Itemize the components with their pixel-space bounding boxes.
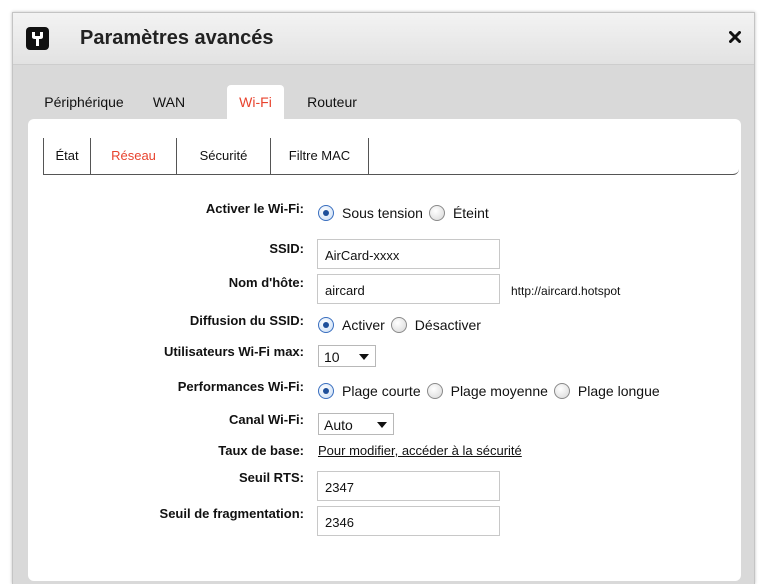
channel-value: Auto xyxy=(324,417,353,433)
close-icon[interactable] xyxy=(729,31,741,43)
ssid-input[interactable]: AirCard-xxxx xyxy=(317,239,500,269)
base-rate-label: Taux de base: xyxy=(218,443,304,458)
long-range-radio[interactable] xyxy=(553,383,570,399)
hostname-url-hint: http://aircard.hotspot xyxy=(511,284,621,298)
wifi-panel: État Réseau Sécurité Filtre MAC Activer … xyxy=(28,119,741,581)
sub-tabs: État Réseau Sécurité Filtre MAC xyxy=(43,138,739,175)
broadcast-off-label: Désactiver xyxy=(414,317,481,333)
tab-peripherique[interactable]: Périphérique xyxy=(35,85,133,119)
long-range-label: Plage longue xyxy=(577,383,660,399)
advanced-settings-dialog: Paramètres avancés Périphérique WAN Wi-F… xyxy=(12,12,755,584)
subtab-etat[interactable]: État xyxy=(43,138,91,174)
broadcast-on-radio[interactable] xyxy=(318,317,334,333)
max-users-value: 10 xyxy=(324,349,340,365)
tab-wifi[interactable]: Wi-Fi xyxy=(227,85,284,119)
wifi-off-label: Éteint xyxy=(452,205,489,221)
ssid-broadcast-label: Diffusion du SSID: xyxy=(189,313,304,328)
ssid-label: SSID: xyxy=(269,241,304,256)
tab-wan[interactable]: WAN xyxy=(144,85,194,119)
rts-input[interactable]: 2347 xyxy=(317,471,500,501)
wrench-icon xyxy=(26,27,49,50)
wifi-on-radio[interactable] xyxy=(318,205,334,221)
chevron-down-icon xyxy=(377,422,387,428)
rts-label: Seuil RTS: xyxy=(238,470,304,485)
hostname-input[interactable]: aircard xyxy=(317,274,500,304)
short-range-radio[interactable] xyxy=(318,383,334,399)
short-range-label: Plage courte xyxy=(342,383,421,399)
close-button[interactable] xyxy=(726,28,744,46)
performance-label: Performances Wi-Fi: xyxy=(177,379,304,394)
channel-label: Canal Wi-Fi: xyxy=(229,412,304,427)
channel-select[interactable]: Auto xyxy=(318,413,394,435)
title-bar: Paramètres avancés xyxy=(13,13,754,65)
wifi-enable-radio-group: Sous tension Éteint xyxy=(318,205,495,221)
medium-range-radio[interactable] xyxy=(426,383,443,399)
max-users-label: Utilisateurs Wi-Fi max: xyxy=(163,344,304,359)
hostname-label: Nom d'hôte: xyxy=(228,275,304,290)
chevron-down-icon xyxy=(359,354,369,360)
wifi-on-label: Sous tension xyxy=(342,205,423,221)
security-link[interactable]: Pour modifier, accéder à la sécurité xyxy=(318,443,522,458)
subtab-filtre-mac[interactable]: Filtre MAC xyxy=(271,138,369,174)
subtab-reseau[interactable]: Réseau xyxy=(91,138,177,174)
subtab-securite[interactable]: Sécurité xyxy=(177,138,271,174)
dialog-title: Paramètres avancés xyxy=(80,27,274,49)
medium-range-label: Plage moyenne xyxy=(450,383,548,399)
performance-radio-group: Plage courte Plage moyenne Plage longue xyxy=(318,383,666,399)
wifi-enable-label: Activer le Wi-Fi: xyxy=(205,201,304,216)
fragmentation-input[interactable]: 2346 xyxy=(317,506,500,536)
tab-routeur[interactable]: Routeur xyxy=(301,85,363,119)
broadcast-off-radio[interactable] xyxy=(390,317,407,333)
wifi-off-radio[interactable] xyxy=(428,205,445,221)
max-users-select[interactable]: 10 xyxy=(318,345,376,367)
broadcast-on-label: Activer xyxy=(342,317,385,333)
fragmentation-label: Seuil de fragmentation: xyxy=(159,506,304,521)
ssid-broadcast-radio-group: Activer Désactiver xyxy=(318,317,487,333)
